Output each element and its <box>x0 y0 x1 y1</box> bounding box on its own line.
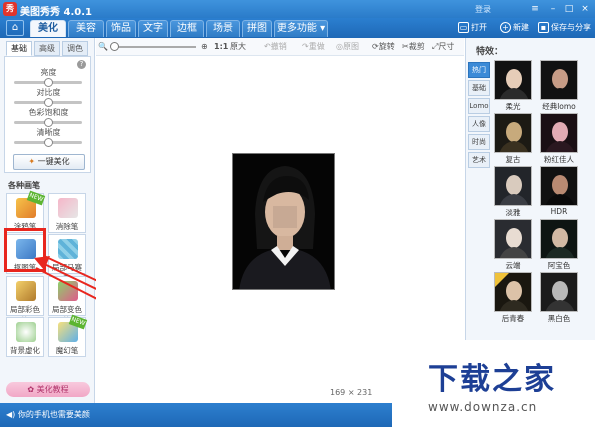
restore-original-button[interactable]: ◎原图 <box>336 42 359 52</box>
rotate-button[interactable]: ⟳旋转 <box>372 42 395 52</box>
effect-label: HDR <box>550 207 568 216</box>
effect-label: 阿宝色 <box>547 261 571 270</box>
canvas-toolbar: 🔍 ⊕ 1:1 原大 ↶撤销 ↷重做 ◎原图 ⟳旋转 ✂裁剪 ⤢尺寸 <box>96 38 464 56</box>
effect-classic-lomo[interactable]: 经典lomo <box>540 60 580 111</box>
rotate-icon: ⟳ <box>372 42 379 51</box>
effect-retro[interactable]: 复古 <box>494 113 534 164</box>
effect-label: 经典lomo <box>542 102 576 111</box>
effect-label: 粉红佳人 <box>544 155 574 164</box>
zoom-icon[interactable]: 🔍 <box>98 42 108 52</box>
redo-icon: ↷ <box>302 42 309 51</box>
effect-category-fashion[interactable]: 时尚 <box>468 134 490 150</box>
image-size-readout: 169 × 231 <box>330 388 373 397</box>
portrait-image <box>233 154 334 289</box>
effect-hdr[interactable]: HDR <box>540 166 580 216</box>
effect-elegant[interactable]: 淡雅 <box>494 166 534 217</box>
effect-thumbnail <box>494 60 532 100</box>
effect-thumbnail <box>494 272 532 312</box>
effect-thumbnail <box>494 219 532 259</box>
watermark-title: 下载之家 <box>428 362 556 397</box>
rotate-label: 旋转 <box>378 42 395 51</box>
effect-category-basic[interactable]: 基础 <box>468 80 490 96</box>
undo-label: 撤销 <box>270 42 287 51</box>
watermark-url: www.downza.cn <box>428 400 538 414</box>
effect-pink-lady[interactable]: 粉红佳人 <box>540 113 580 164</box>
watermark: 下载之家 www.downza.cn <box>392 340 595 427</box>
crop-label: 裁剪 <box>408 42 425 51</box>
crop-button[interactable]: ✂裁剪 <box>402 42 425 52</box>
effect-thumbnail <box>540 60 578 100</box>
zoom-in-icon[interactable]: ⊕ <box>201 42 208 52</box>
size-label: 尺寸 <box>438 42 455 51</box>
effect-category-lomo[interactable]: Lomo <box>468 98 490 114</box>
undo-icon: ↶ <box>264 42 271 51</box>
effect-cloud[interactable]: 云端 <box>494 219 534 270</box>
zoom-slider[interactable] <box>110 42 196 51</box>
zoom-knob[interactable] <box>110 42 119 51</box>
undo-button[interactable]: ↶撤销 <box>264 42 287 52</box>
effect-category-art[interactable]: 艺术 <box>468 152 490 168</box>
restore-icon: ◎ <box>336 42 343 51</box>
original-size-button[interactable]: 原大 <box>230 42 246 52</box>
redo-button[interactable]: ↷重做 <box>302 42 325 52</box>
effect-thumbnail <box>540 219 578 259</box>
restore-label: 原图 <box>342 42 359 51</box>
bottom-tip-label: 你的手机也需要美颜 <box>17 410 90 419</box>
resize-button[interactable]: ⤢尺寸 <box>432 42 454 52</box>
effect-category-hot[interactable]: 热门 <box>468 62 490 78</box>
effect-label: 云端 <box>505 261 521 270</box>
effect-thumbnail <box>540 166 578 206</box>
speaker-icon: ◀) <box>6 410 18 419</box>
effect-thumbnail <box>540 113 578 153</box>
effect-label: 柔光 <box>505 102 521 111</box>
bottom-tip[interactable]: ◀) 你的手机也需要美颜 <box>6 409 90 420</box>
ratio-button[interactable]: 1:1 <box>214 42 228 52</box>
effect-thumbnail <box>540 272 578 312</box>
effect-abao[interactable]: 阿宝色 <box>540 219 580 270</box>
effect-soft-light[interactable]: 柔光 <box>494 60 534 111</box>
effect-label: 后青春 <box>501 314 525 323</box>
effect-black-white[interactable]: 黑白色 <box>540 272 580 323</box>
effect-thumbnail <box>494 166 532 206</box>
effect-youth[interactable]: 后青春 <box>494 272 534 323</box>
portrait-photo[interactable] <box>232 153 335 290</box>
effect-thumbnail <box>494 113 532 153</box>
redo-label: 重做 <box>308 42 325 51</box>
crop-icon: ✂ <box>402 42 409 51</box>
effect-label: 黑白色 <box>547 314 571 323</box>
effect-label: 复古 <box>505 155 521 164</box>
effects-title: 特效： <box>476 47 504 57</box>
effect-label: 淡雅 <box>505 208 521 217</box>
effect-category-portrait[interactable]: 人像 <box>468 116 490 132</box>
